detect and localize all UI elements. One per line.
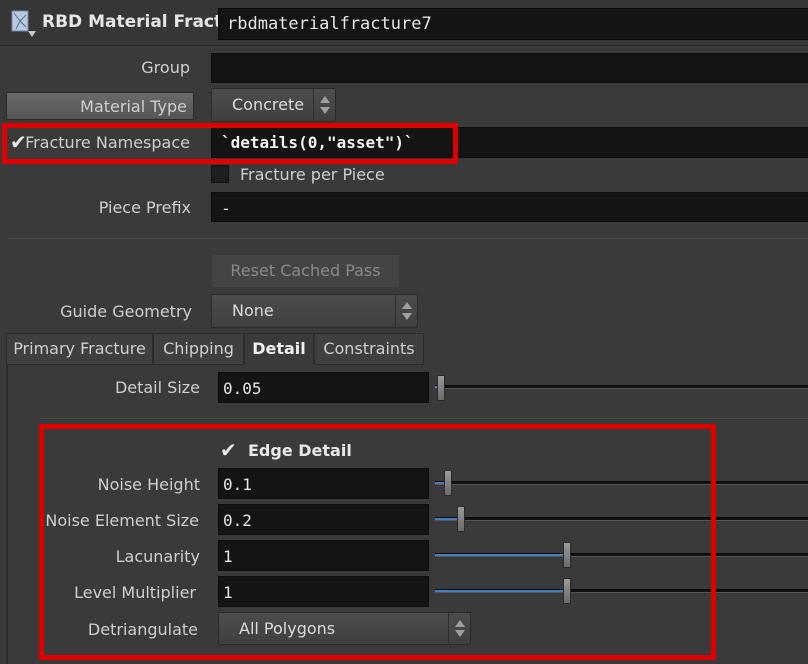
detail-size-field[interactable]: 0.05 <box>218 372 429 403</box>
menu-arrows-icon <box>313 89 335 121</box>
node-name-text: rbdmaterialfracture7 <box>227 14 432 34</box>
group-label: Group <box>141 58 190 77</box>
reset-cached-pass-button[interactable]: Reset Cached Pass <box>211 254 400 288</box>
guide-geometry-menu[interactable]: None <box>211 294 418 328</box>
piece-prefix-label: Piece Prefix <box>98 198 191 217</box>
tab-detail[interactable]: Detail <box>244 333 314 365</box>
highlight-box-namespace <box>2 123 458 164</box>
tab-chipping[interactable]: Chipping <box>153 333 244 365</box>
tab-constraints[interactable]: Constraints <box>314 333 424 365</box>
material-type-menu[interactable]: Concrete <box>211 88 336 122</box>
guide-geometry-value: None <box>232 301 274 320</box>
fracture-per-piece-label: Fracture per Piece <box>240 165 385 184</box>
node-header: RBD Material Fracture rbdmaterialfractur… <box>0 0 808 46</box>
group-field[interactable] <box>211 53 808 83</box>
separator <box>8 238 808 239</box>
detail-size-slider-handle[interactable] <box>437 375 445 401</box>
detail-size-slider[interactable] <box>435 385 808 389</box>
menu-arrows-icon <box>395 295 417 327</box>
material-type-label: Material Type <box>80 97 187 116</box>
material-type-label-bar: Material Type <box>6 92 194 120</box>
node-fracture-icon[interactable] <box>8 9 38 39</box>
tab-panel-border <box>6 364 8 664</box>
detail-size-label: Detail Size <box>114 378 200 397</box>
detail-size-value: 0.05 <box>223 379 262 398</box>
guide-geometry-label: Guide Geometry <box>60 302 192 321</box>
piece-prefix-field[interactable]: - <box>211 192 808 222</box>
separator <box>40 418 808 419</box>
piece-prefix-value: - <box>221 199 231 218</box>
highlight-box-edge-detail <box>39 424 716 660</box>
node-name-field[interactable]: rbdmaterialfracture7 <box>218 8 808 40</box>
fracture-per-piece-checkbox[interactable] <box>211 165 229 183</box>
tab-primary-fracture[interactable]: Primary Fracture <box>6 333 153 365</box>
material-type-value: Concrete <box>232 95 305 114</box>
